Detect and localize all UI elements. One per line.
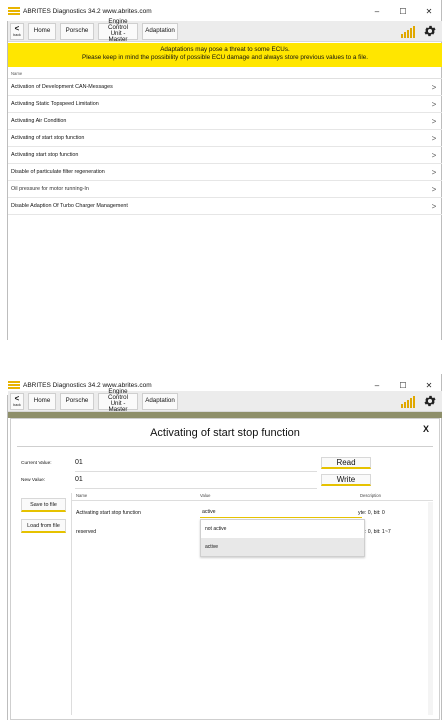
new-value-label: New Value:	[21, 478, 46, 483]
list-item-label: Disable of particulate filter regenerati…	[11, 169, 105, 175]
adaptation-dialog: Activating of start stop function X Curr…	[10, 418, 440, 720]
list-header-name: Name	[8, 69, 442, 79]
write-button[interactable]: Write	[321, 474, 371, 486]
divider	[75, 471, 317, 472]
list-item-label: Activation of Development CAN-Messages	[11, 84, 113, 90]
back-label: back	[13, 33, 21, 37]
current-value: 01	[75, 459, 83, 466]
adaptation-warning-banner: Adaptations may pose a threat to some EC…	[8, 43, 442, 67]
table-cell-name: reserved	[76, 529, 97, 535]
table-cell-description: yte: 0, bit: 0	[358, 510, 385, 516]
dropdown-option[interactable]: not active	[201, 520, 364, 538]
warning-line-1: Adaptations may pose a threat to some EC…	[160, 46, 290, 53]
window-title: ABRITES Diagnostics 34.2 www.abrites.com	[23, 7, 152, 15]
title-bar: ABRITES Diagnostics 34.2 www.abrites.com…	[8, 3, 442, 19]
list-item-label: Activating Static Topspeed Limitation	[11, 101, 99, 107]
value-dropdown[interactable]: not active active	[200, 519, 365, 557]
column-header-description: Description	[360, 493, 381, 498]
navigation-toolbar: < back Home Porsche Engine Control Unit …	[8, 388, 442, 413]
adaptation-list-window: ABRITES Diagnostics 34.2 www.abrites.com…	[0, 0, 442, 340]
home-button[interactable]: Home	[28, 22, 56, 40]
close-window-button[interactable]: ✕	[416, 7, 442, 16]
maximize-button[interactable]: ☐	[390, 381, 416, 390]
maximize-button[interactable]: ☐	[390, 7, 416, 16]
gear-icon[interactable]	[423, 394, 437, 408]
list-item[interactable]: Activating Air Condition >	[8, 113, 442, 130]
list-item-label: Disable Adaption Of Turbo Charger Manage…	[11, 203, 128, 209]
warning-line-2: Please keep in mind the possibility of p…	[82, 54, 368, 62]
list-item-label: Activating of start stop function	[11, 135, 85, 141]
value-select[interactable]: active	[200, 507, 362, 518]
porsche-button[interactable]: Porsche	[60, 22, 94, 40]
list-item-label: Activating start stop function	[11, 152, 79, 158]
list-item[interactable]: Activating start stop function >	[8, 147, 442, 164]
back-label: back	[13, 403, 21, 407]
minimize-button[interactable]: –	[364, 7, 390, 16]
read-button[interactable]: Read	[321, 457, 371, 469]
close-window-button[interactable]: ✕	[416, 381, 442, 390]
list-item[interactable]: Oil pressure for motor running-In >	[8, 181, 442, 198]
minimize-button[interactable]: –	[364, 381, 390, 390]
signal-strength-icon	[401, 395, 417, 408]
home-button[interactable]: Home	[28, 392, 56, 410]
list-item[interactable]: Activation of Development CAN-Messages >	[8, 79, 442, 96]
adaptation-list: Activation of Development CAN-Messages > …	[8, 79, 442, 215]
adaptation-button[interactable]: Adaptation	[142, 22, 178, 40]
window-title: ABRITES Diagnostics 34.2 www.abrites.com	[23, 381, 152, 389]
divider	[17, 446, 433, 447]
new-value: 01	[75, 476, 83, 483]
ecu-button[interactable]: Engine Control Unit - Master	[98, 388, 138, 413]
abrites-logo-icon	[8, 381, 20, 389]
chevron-right-icon: >	[431, 167, 437, 177]
chevron-right-icon: >	[431, 82, 437, 92]
scrollbar[interactable]	[428, 502, 433, 715]
divider	[75, 488, 317, 489]
list-item-label: Oil pressure for motor running-In	[11, 186, 89, 192]
list-item[interactable]: Activating of start stop function >	[8, 130, 442, 147]
ecu-button[interactable]: Engine Control Unit - Master	[98, 18, 138, 44]
load-from-file-button[interactable]: Load from file	[21, 519, 66, 533]
divider	[72, 500, 433, 501]
column-header-value: Value	[200, 493, 211, 498]
chevron-right-icon: >	[431, 184, 437, 194]
chevron-right-icon: >	[431, 150, 437, 160]
chevron-right-icon: >	[431, 99, 437, 109]
chevron-right-icon: >	[431, 201, 437, 211]
abrites-logo-icon	[8, 7, 20, 15]
adaptation-button[interactable]: Adaptation	[142, 392, 178, 410]
list-item[interactable]: Activating Static Topspeed Limitation >	[8, 96, 442, 113]
column-header-name: Name	[76, 493, 88, 498]
back-button[interactable]: < back	[10, 392, 24, 410]
back-button[interactable]: < back	[10, 22, 24, 40]
chevron-right-icon: >	[431, 116, 437, 126]
porsche-button[interactable]: Porsche	[60, 392, 94, 410]
signal-strength-icon	[401, 25, 417, 38]
chevron-right-icon: >	[431, 133, 437, 143]
dropdown-option-selected[interactable]: active	[201, 538, 364, 556]
table-cell-name: Activating start stop function	[76, 510, 141, 516]
adaptation-dialog-window: ABRITES Diagnostics 34.2 www.abrites.com…	[0, 374, 442, 720]
save-to-file-button[interactable]: Save to file	[21, 498, 66, 512]
list-item-label: Activating Air Condition	[11, 118, 67, 124]
adaptation-table: Name Value Description Activating start …	[71, 493, 433, 715]
ecu-label-line2: Unit - Master	[108, 30, 128, 44]
current-value-label: Current Value:	[21, 461, 52, 466]
chevron-left-icon: <	[14, 394, 20, 403]
navigation-toolbar: < back Home Porsche Engine Control Unit …	[8, 18, 442, 44]
window-border	[7, 395, 8, 720]
chevron-left-icon: <	[14, 24, 20, 33]
list-item[interactable]: Disable of particulate filter regenerati…	[8, 164, 442, 181]
gear-icon[interactable]	[423, 24, 437, 38]
list-item[interactable]: Disable Adaption Of Turbo Charger Manage…	[8, 198, 442, 215]
dialog-title: Activating of start stop function	[150, 427, 300, 439]
dialog-close-button[interactable]: X	[423, 424, 429, 434]
